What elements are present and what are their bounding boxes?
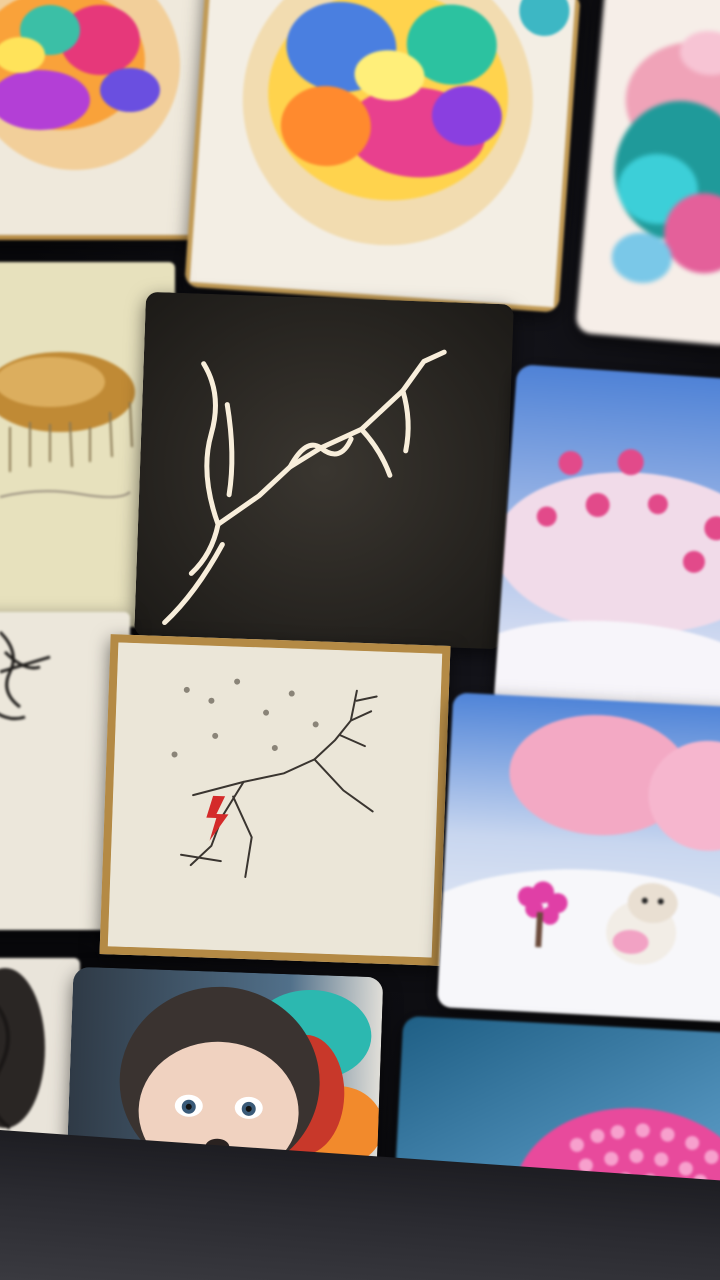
gallery-tile-watercolor-circle-2[interactable]	[184, 0, 581, 313]
lightning-sketch-image	[134, 291, 514, 650]
watercolor-circle-1-image	[0, 0, 215, 240]
gallery-tile-snow-creatures-pink-trees[interactable]	[436, 692, 720, 1023]
gallery-tile-watercolor-splash[interactable]	[575, 0, 720, 347]
gallery-tile-lightning-sketch-dark[interactable]	[134, 291, 514, 650]
pink-snow-fluff-image	[493, 364, 720, 725]
image-grid	[0, 0, 720, 1280]
watercolor-splash-image	[575, 0, 720, 347]
gallery-tile-watercolor-circle-1[interactable]	[0, 0, 215, 240]
snow-creatures-image	[436, 692, 720, 1023]
gallery-tile-pink-snow-fluff[interactable]	[493, 364, 720, 725]
gallery-tile-framed-reindeer-sketch[interactable]	[99, 634, 451, 966]
framed-reindeer-image	[107, 642, 443, 958]
photo-scene	[0, 0, 720, 1280]
watercolor-circle-2-image	[184, 0, 581, 313]
